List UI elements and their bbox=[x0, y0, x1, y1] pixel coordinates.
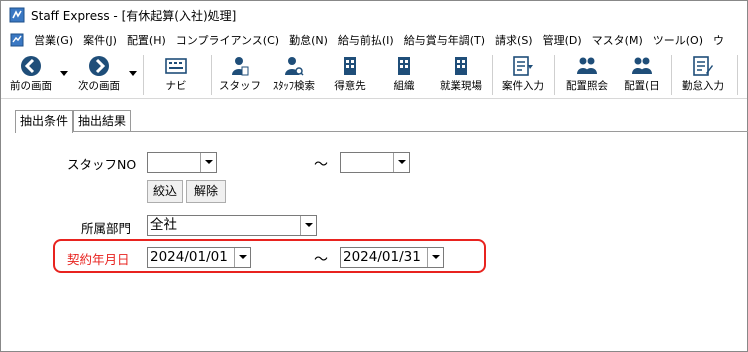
menu-salary-advance[interactable]: 給与前払(I) bbox=[333, 32, 399, 48]
placement-daily-icon bbox=[632, 57, 652, 74]
tab-extraction-conditions[interactable]: 抽出条件 bbox=[15, 110, 74, 133]
document-menu-icon[interactable] bbox=[9, 32, 25, 48]
chevron-down-icon[interactable] bbox=[427, 248, 443, 267]
menu-master[interactable]: マスタ(M) bbox=[587, 32, 648, 48]
toolbar-separator bbox=[492, 55, 493, 95]
menu-window[interactable]: ウ bbox=[708, 32, 729, 48]
department-label: 所属部門 bbox=[81, 221, 132, 236]
toolbar-separator bbox=[554, 55, 555, 95]
range-separator: ～ bbox=[314, 157, 328, 173]
client-button[interactable]: 得意先 bbox=[327, 53, 373, 97]
menu-tools[interactable]: ツール(O) bbox=[648, 32, 708, 48]
menu-placement[interactable]: 配置(H) bbox=[122, 32, 171, 48]
navi-button[interactable]: ナビ bbox=[151, 53, 201, 97]
staff-no-label: スタッフNO bbox=[67, 157, 137, 172]
staff-no-from-combo[interactable] bbox=[147, 152, 217, 173]
tab-extraction-results[interactable]: 抽出結果 bbox=[73, 110, 132, 132]
arrow-right-circle-icon bbox=[89, 56, 109, 76]
contract-date-from-combo[interactable]: 2024/01/01 bbox=[147, 247, 251, 268]
placement-inquiry-button[interactable]: 配置照会 bbox=[559, 53, 615, 97]
app-window: Staff Express - [有休起算(入社)処理] 営業(G) 案件(J)… bbox=[0, 0, 748, 352]
menu-compliance[interactable]: コンプライアンス(C) bbox=[171, 32, 284, 48]
forward-button[interactable]: 次の画面 bbox=[71, 53, 127, 97]
toolbar-separator bbox=[737, 55, 738, 95]
menu-salary-bonus[interactable]: 給与賞与年調(T) bbox=[399, 32, 490, 48]
app-icon bbox=[9, 7, 25, 23]
staff-button[interactable]: スタッフ bbox=[217, 53, 263, 97]
chevron-down-icon[interactable] bbox=[393, 153, 409, 172]
tab-divider bbox=[15, 131, 748, 132]
tab-strip: 抽出条件 抽出結果 bbox=[15, 110, 132, 133]
menu-management[interactable]: 管理(D) bbox=[538, 32, 587, 48]
job-input-icon bbox=[513, 56, 533, 76]
narrow-button[interactable]: 絞込 bbox=[147, 180, 183, 203]
organization-building-icon bbox=[398, 57, 410, 75]
range-separator: ～ bbox=[314, 252, 328, 268]
attendance-input-icon bbox=[693, 56, 713, 76]
window-title: Staff Express - [有休起算(入社)処理] bbox=[31, 8, 237, 23]
chevron-down-icon[interactable] bbox=[300, 216, 316, 235]
placement-daily-button[interactable]: 配置(日 bbox=[617, 53, 667, 97]
back-button[interactable]: 前の画面 bbox=[3, 53, 59, 97]
navi-keyboard-icon bbox=[165, 58, 187, 74]
menu-sales[interactable]: 営業(G) bbox=[29, 32, 78, 48]
menu-job[interactable]: 案件(J) bbox=[78, 32, 122, 48]
toolbar-separator bbox=[143, 55, 144, 95]
chevron-down-icon[interactable] bbox=[200, 153, 216, 172]
clear-button[interactable]: 解除 bbox=[186, 180, 226, 203]
placement-inquiry-icon bbox=[577, 57, 597, 74]
client-building-icon bbox=[344, 57, 356, 75]
job-input-button[interactable]: 案件入力 bbox=[495, 53, 551, 97]
worksite-button[interactable]: 就業現場 bbox=[433, 53, 489, 97]
contract-date-to-combo[interactable]: 2024/01/31 bbox=[340, 247, 444, 268]
menu-bar: 営業(G) 案件(J) 配置(H) コンプライアンス(C) 勤怠(N) 給与前払… bbox=[1, 29, 747, 51]
worksite-building-icon bbox=[455, 57, 467, 75]
organization-button[interactable]: 組織 bbox=[381, 53, 427, 97]
chevron-down-icon[interactable] bbox=[234, 248, 250, 267]
toolbar-separator bbox=[211, 55, 212, 95]
staff-person-icon bbox=[232, 57, 249, 76]
staff-no-to-combo[interactable] bbox=[340, 152, 410, 173]
contract-date-label: 契約年月日 bbox=[67, 252, 130, 267]
toolbar-separator bbox=[671, 55, 672, 95]
title-bar: Staff Express - [有休起算(入社)処理] bbox=[1, 1, 747, 29]
back-dropdown-icon[interactable] bbox=[60, 71, 68, 77]
staff-search-button[interactable]: ｽﾀｯﾌ検索 bbox=[265, 53, 323, 97]
forward-dropdown-icon[interactable] bbox=[129, 71, 137, 77]
arrow-left-circle-icon bbox=[21, 56, 41, 76]
staff-search-icon bbox=[285, 57, 304, 76]
toolbar: 前の画面 次の画面 ナビ スタッフ ｽﾀｯﾌ検索 得意先 組織 就業現場 案件入… bbox=[1, 51, 747, 99]
menu-billing[interactable]: 請求(S) bbox=[490, 32, 538, 48]
menu-attendance[interactable]: 勤怠(N) bbox=[284, 32, 333, 48]
attendance-input-button[interactable]: 勤怠入力 bbox=[675, 53, 731, 97]
department-combo[interactable]: 全社 bbox=[147, 215, 317, 236]
